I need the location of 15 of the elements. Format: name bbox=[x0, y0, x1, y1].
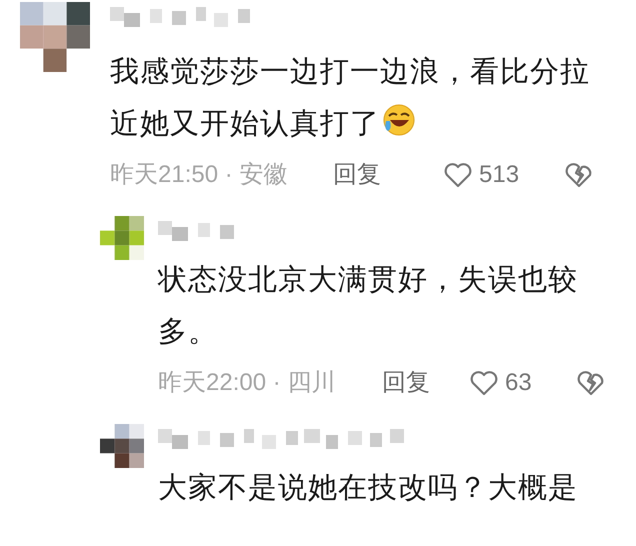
like-count: 63 bbox=[505, 368, 532, 398]
broken-heart-icon[interactable] bbox=[565, 162, 593, 188]
pixelated-avatar bbox=[100, 424, 144, 468]
reply-link[interactable]: 回复 bbox=[382, 365, 469, 401]
comment-time-location: 昨天22:00 · 四川 bbox=[158, 368, 336, 398]
broken-heart-icon[interactable] bbox=[577, 370, 605, 396]
comment-text: 状态没北京大满贯好，失误也较多。 bbox=[158, 263, 579, 350]
pixelated-avatar bbox=[100, 216, 144, 260]
comment-text: 我感觉莎莎一边打一边浪，看比分拉近她又开始认真打了 bbox=[110, 55, 591, 142]
reply-link[interactable]: 回复 bbox=[333, 157, 443, 193]
like-count: 513 bbox=[479, 160, 520, 190]
comment-time-location: 昨天21:50 · 安徽 bbox=[110, 160, 288, 190]
heart-icon[interactable] bbox=[469, 370, 499, 396]
heart-icon[interactable] bbox=[443, 162, 473, 188]
comment-text: 大家不是说她在技改吗？大概是 bbox=[158, 471, 579, 506]
